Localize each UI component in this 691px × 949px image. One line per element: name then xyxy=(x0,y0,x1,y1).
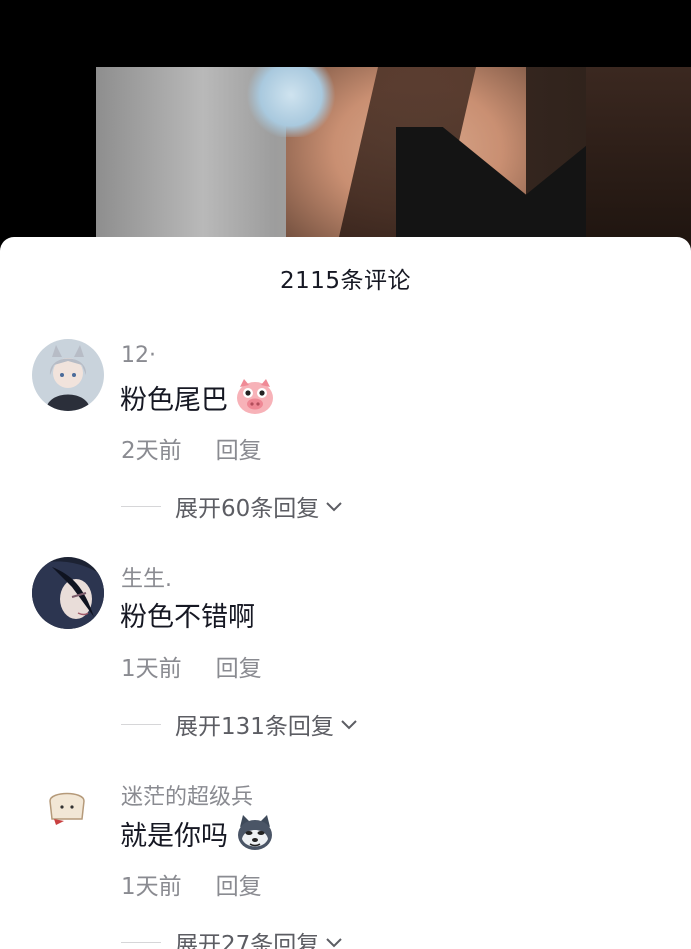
comment-item: 迷茫的超级兵 就是你吗 1天前 回复 展开27条回复 xyxy=(0,775,691,949)
husky-dog-emoji-icon xyxy=(234,813,276,853)
comments-count-title: 2115条评论 xyxy=(279,268,412,294)
comment-username[interactable]: 生生. xyxy=(121,561,172,593)
divider-line xyxy=(121,941,161,943)
comment-meta: 2天前 回复 xyxy=(121,431,262,465)
avatar[interactable] xyxy=(32,339,104,411)
expand-replies-label: 展开60条回复 xyxy=(175,496,320,522)
comment-text-row: 粉色不错啊 xyxy=(120,595,255,634)
comment-text-row: 粉色尾巴 xyxy=(120,377,276,417)
divider-line xyxy=(121,723,161,725)
comment-text: 粉色不错啊 xyxy=(120,602,255,633)
chevron-down-icon xyxy=(323,495,345,517)
chevron-down-icon xyxy=(323,931,345,949)
avatar[interactable] xyxy=(32,557,104,629)
comment-username[interactable]: 迷茫的超级兵 xyxy=(121,779,253,811)
video-frame xyxy=(96,67,691,250)
comment-item: 生生. 粉色不错啊 1天前 回复 展开131条回复 xyxy=(0,557,691,775)
reply-button[interactable]: 回复 xyxy=(216,649,262,683)
expand-replies-button[interactable]: 展开131条回复 xyxy=(121,707,360,741)
comment-time: 1天前 xyxy=(121,656,182,682)
comment-text: 粉色尾巴 xyxy=(120,384,228,416)
comments-sheet: 2115条评论 12· 粉色尾巴 2天前 回复 展开60条回复 生生. 粉色不错… xyxy=(0,237,691,949)
expand-replies-label: 展开27条回复 xyxy=(175,932,320,949)
reply-button[interactable]: 回复 xyxy=(216,867,262,901)
comment-item: 12· 粉色尾巴 2天前 回复 展开60条回复 xyxy=(0,339,691,557)
avatar[interactable] xyxy=(32,775,104,847)
pig-face-emoji-icon xyxy=(234,377,276,417)
comment-time: 1天前 xyxy=(121,874,182,900)
comment-text-row: 就是你吗 xyxy=(120,813,276,853)
expand-replies-button[interactable]: 展开60条回复 xyxy=(121,489,345,523)
comment-text: 就是你吗 xyxy=(120,820,228,852)
comment-username[interactable]: 12· xyxy=(121,343,156,368)
comment-time: 2天前 xyxy=(121,438,182,464)
expand-replies-label: 展开131条回复 xyxy=(175,714,334,740)
expand-replies-button[interactable]: 展开27条回复 xyxy=(121,925,345,949)
video-player[interactable] xyxy=(0,0,691,250)
comment-meta: 1天前 回复 xyxy=(121,867,262,901)
reply-button[interactable]: 回复 xyxy=(216,431,262,465)
comment-meta: 1天前 回复 xyxy=(121,649,262,683)
divider-line xyxy=(121,505,161,507)
chevron-down-icon xyxy=(338,713,360,735)
